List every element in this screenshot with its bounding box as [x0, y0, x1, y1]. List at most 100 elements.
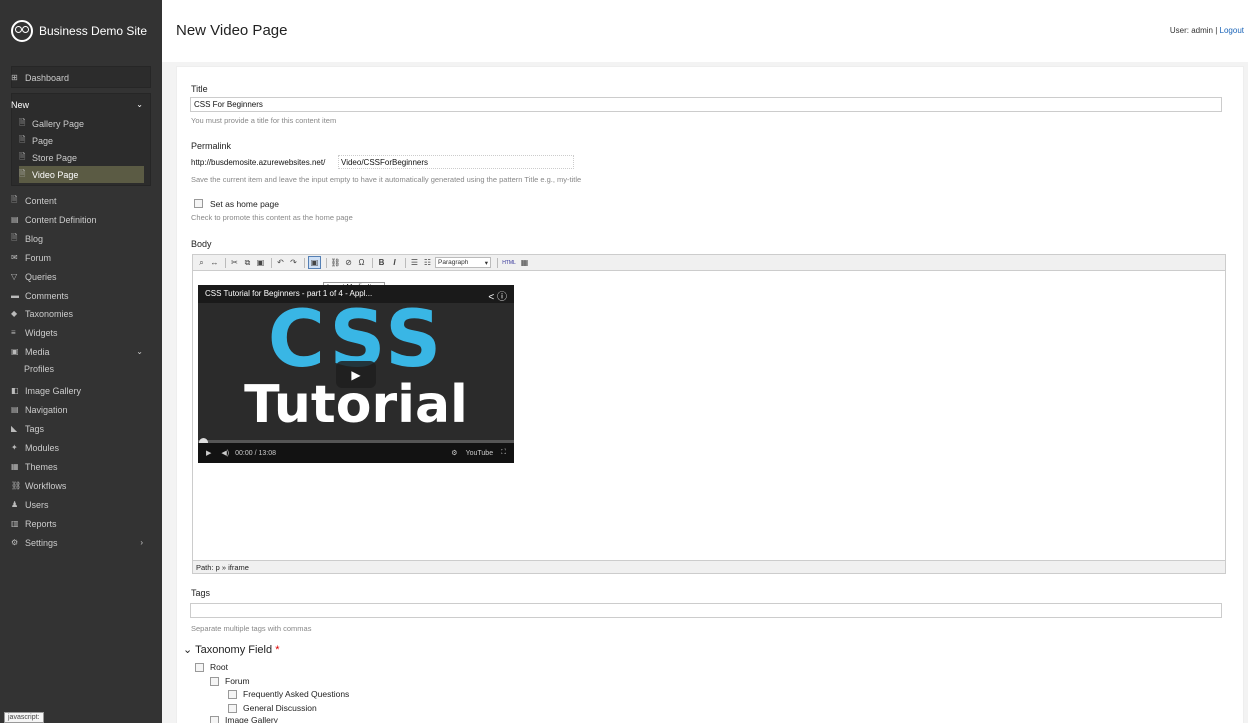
workflow-icon: ⛓	[11, 481, 22, 490]
sidebar-item-themes[interactable]: ▦ Themes	[11, 458, 151, 475]
tree-item-general-discussion[interactable]: General Discussion	[228, 703, 317, 713]
editor-statusbar: Path: p » iframe	[193, 560, 1225, 573]
forum-icon: ✉	[11, 253, 18, 262]
home-page-checkbox[interactable]	[194, 199, 203, 208]
chevron-down-icon: ⌄	[183, 644, 193, 656]
sidebar-item-widgets[interactable]: ≡ Widgets	[11, 324, 151, 341]
tree-checkbox[interactable]	[210, 715, 219, 723]
tree-item-faq[interactable]: Frequently Asked Questions	[228, 689, 349, 699]
cut-icon[interactable]: ✂	[229, 257, 240, 268]
permalink-label: Permalink	[191, 141, 232, 151]
tree-item-root[interactable]: Root	[195, 662, 228, 672]
toolbar-divider	[405, 257, 406, 268]
sidebar-item-content-definition[interactable]: ▤ Content Definition	[11, 211, 151, 228]
sidebar-item-navigation[interactable]: ▤ Navigation	[11, 401, 151, 418]
bold-icon[interactable]: B	[376, 257, 387, 268]
share-icon[interactable]: <	[488, 292, 494, 303]
sidebar-item-users[interactable]: ♟ Users	[11, 496, 151, 513]
tree-checkbox[interactable]	[210, 676, 219, 686]
sidebar-item-label: Store Page	[32, 152, 78, 163]
sidebar-item-label: Workflows	[25, 480, 67, 491]
sidebar-item-label: Taxonomies	[25, 308, 74, 319]
volume-icon[interactable]: ◀)	[221, 449, 229, 457]
redo-icon[interactable]: ↷	[288, 257, 299, 268]
toolbar-divider	[271, 257, 272, 268]
sidebar-item-reports[interactable]: ▥ Reports	[11, 515, 151, 532]
sidebar-item-video-page[interactable]: 🗎 Video Page	[19, 166, 144, 183]
toolbar-divider	[225, 257, 226, 268]
youtube-logo[interactable]: YouTube	[466, 450, 494, 457]
editor-toolbar: ⌕ ↔ ✂ ⧉ ▣ ↶ ↷ ▣ ⛓ ⊘ Ω B I ☰ ☷ Paragraph …	[193, 255, 1225, 271]
sidebar-item-label: Blog	[25, 233, 44, 244]
sidebar-item-tags[interactable]: ◣ Tags	[11, 420, 151, 437]
copy-icon[interactable]: ⧉	[242, 257, 253, 268]
sidebar-item-label: Page	[32, 135, 54, 146]
italic-icon[interactable]: I	[389, 257, 400, 268]
tags-label: Tags	[191, 588, 211, 598]
sidebar-item-forum[interactable]: ✉ Forum	[11, 249, 151, 266]
unlink-icon[interactable]: ⊘	[343, 257, 354, 268]
toolbar-divider	[497, 257, 498, 268]
info-icon[interactable]: ⓘ	[497, 292, 507, 303]
numbered-list-icon[interactable]: ☰	[409, 257, 420, 268]
sidebar-item-label: Modules	[25, 442, 60, 453]
tree-item-image-gallery[interactable]: Image Gallery	[210, 715, 278, 723]
tree-item-forum[interactable]: Forum	[210, 676, 250, 686]
sidebar-item-page[interactable]: 🗎 Page	[19, 132, 159, 149]
gallery-icon: ◧	[11, 386, 19, 395]
sidebar-item-comments[interactable]: ▬ Comments	[11, 287, 151, 304]
permalink-hint: Save the current item and leave the inpu…	[191, 175, 582, 184]
sidebar-item-taxonomies[interactable]: ◆ Taxonomies	[11, 305, 151, 322]
tree-item-label: General Discussion	[243, 703, 317, 713]
toolbar-divider	[304, 257, 305, 268]
title-input[interactable]	[190, 97, 1222, 112]
format-select[interactable]: Paragraph ▾	[435, 257, 491, 268]
sidebar-item-settings[interactable]: ⚙ Settings ›	[11, 534, 151, 551]
sidebar-item-dashboard[interactable]: ⊞ Dashboard	[11, 69, 151, 86]
find-icon[interactable]: ⌕	[196, 257, 207, 268]
replace-icon[interactable]: ↔	[209, 257, 220, 268]
sidebar-item-label: Gallery Page	[32, 118, 85, 129]
brand[interactable]: Business Demo Site	[11, 19, 147, 43]
sidebar-item-media[interactable]: ▣ Media ⌄	[11, 343, 151, 360]
special-char-icon[interactable]: Ω	[356, 257, 367, 268]
link-icon[interactable]: ⛓	[330, 257, 341, 268]
sidebar-item-store-page[interactable]: 🗎 Store Page	[19, 149, 159, 166]
sidebar-item-content[interactable]: 🗎 Content	[11, 192, 151, 209]
taxonomy-field-header[interactable]: ⌄ Taxonomy Field *	[183, 643, 279, 656]
permalink-input[interactable]	[338, 155, 574, 169]
settings-icon[interactable]: ⚙	[451, 449, 457, 457]
html-button[interactable]: HTML	[501, 257, 517, 268]
paste-icon[interactable]: ▣	[255, 257, 266, 268]
fullscreen-icon[interactable]: ⛶	[501, 449, 506, 457]
document-icon: 🗎	[19, 151, 26, 161]
sidebar-item-modules[interactable]: ✦ Modules	[11, 439, 151, 456]
fullscreen-icon[interactable]: ▦	[519, 257, 530, 268]
sidebar-item-image-gallery[interactable]: ◧ Image Gallery	[11, 382, 151, 399]
sidebar-item-gallery-page[interactable]: 🗎 Gallery Page	[19, 115, 159, 132]
tree-item-label: Root	[210, 662, 228, 672]
insert-media-icon[interactable]: ▣	[308, 256, 321, 269]
sidebar-item-workflows[interactable]: ⛓ Workflows	[11, 477, 151, 494]
page-header: New Video Page User: admin | Logout	[162, 0, 1248, 62]
undo-icon[interactable]: ↶	[275, 257, 286, 268]
report-icon: ▥	[11, 519, 19, 528]
tree-checkbox[interactable]	[228, 689, 237, 699]
play-icon[interactable]: ▶	[206, 449, 211, 457]
bullet-list-icon[interactable]: ☷	[422, 257, 433, 268]
sidebar-item-new[interactable]: New ⌄	[11, 96, 151, 113]
sidebar-item-profiles[interactable]: Profiles	[24, 360, 164, 377]
format-select-value: Paragraph	[438, 259, 469, 266]
embedded-video[interactable]: CSS Tutorial CSS Tutorial for Beginners …	[198, 285, 514, 463]
tags-input[interactable]	[190, 603, 1222, 618]
tree-checkbox[interactable]	[195, 662, 204, 672]
sidebar-item-queries[interactable]: ▽ Queries	[11, 268, 151, 285]
sidebar-item-label: Navigation	[25, 404, 68, 415]
brand-name: Business Demo Site	[39, 24, 148, 38]
tree-checkbox[interactable]	[228, 703, 237, 713]
sidebar-item-label: Reports	[25, 518, 57, 529]
sidebar-item-blog[interactable]: 🗎 Blog	[11, 230, 151, 247]
page-title: New Video Page	[176, 22, 288, 39]
play-button[interactable]: ▶	[336, 361, 376, 388]
logout-link[interactable]: Logout	[1220, 26, 1244, 35]
